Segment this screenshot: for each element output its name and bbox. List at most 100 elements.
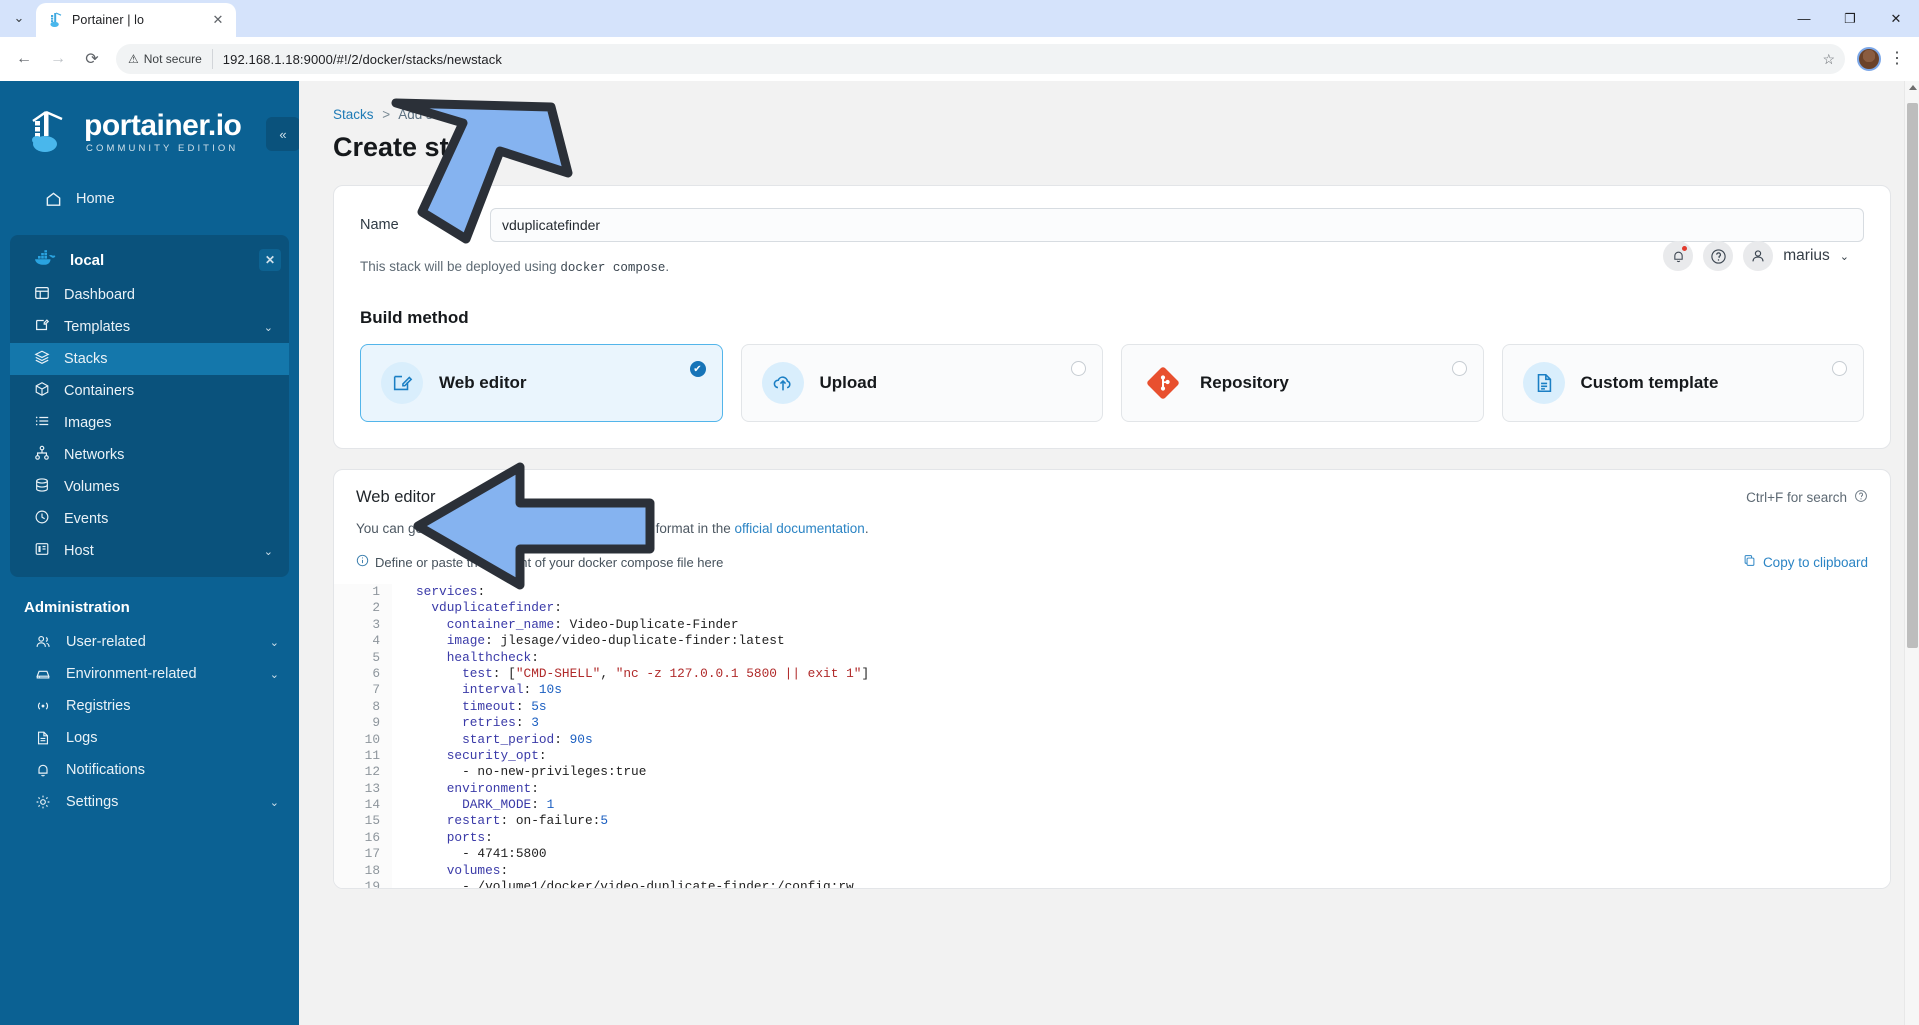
code-line-number: 9 [334, 715, 392, 732]
sidebar-item-stacks[interactable]: Stacks [10, 343, 289, 375]
code-line[interactable]: 5 healthcheck: [334, 649, 1890, 666]
help-circle-icon[interactable] [1854, 489, 1868, 506]
sidebar-item-home[interactable]: Home [10, 183, 287, 215]
code-line[interactable]: 7 interval: 10s [334, 682, 1890, 699]
official-documentation-link[interactable]: official documentation [734, 521, 864, 536]
code-line-text[interactable]: retries: 3 [392, 715, 539, 731]
code-line-text[interactable]: healthcheck: [392, 650, 539, 666]
reload-icon[interactable]: ⟳ [76, 43, 108, 75]
upload-method[interactable]: Upload [740, 344, 1103, 422]
code-line-text[interactable]: image: jlesage/video-duplicate-finder:la… [392, 633, 785, 649]
code-line[interactable]: 9 retries: 3 [334, 715, 1890, 732]
tab-close-icon[interactable]: ✕ [210, 12, 226, 28]
window-minimize-button[interactable]: — [1781, 0, 1827, 37]
code-line[interactable]: 12 - no-new-privileges:true [334, 764, 1890, 781]
user-menu-name[interactable]: marius [1783, 247, 1830, 265]
sidebar-item-logs[interactable]: Logs [0, 722, 299, 754]
code-line-text[interactable]: security_opt: [392, 748, 547, 764]
notifications-button[interactable] [1663, 241, 1694, 271]
page-scrollbar[interactable] [1904, 81, 1919, 1025]
custom-template-method[interactable]: Custom template [1501, 344, 1864, 422]
code-line[interactable]: 2 vduplicatefinder: [334, 600, 1890, 617]
bookmark-star-icon[interactable]: ☆ [1822, 51, 1835, 68]
code-line-text[interactable]: start_period: 90s [392, 732, 593, 748]
code-line-text[interactable]: test: ["CMD-SHELL", "nc -z 127.0.0.1 580… [392, 666, 869, 682]
code-line[interactable]: 8 timeout: 5s [334, 698, 1890, 716]
code-line[interactable]: 15 restart: on-failure:5 [334, 813, 1890, 830]
browser-tab[interactable]: Portainer | lo ✕ [36, 3, 236, 37]
code-line-text[interactable]: environment: [392, 781, 539, 797]
code-line-text[interactable]: volumes: [392, 863, 508, 879]
web-editor-method[interactable]: Web editor ✔ [360, 344, 723, 422]
scroll-up-arrow-icon[interactable] [1909, 85, 1917, 90]
host-icon [34, 541, 50, 561]
code-line[interactable]: 19 - /volume1/docker/video-duplicate-fin… [334, 879, 1890, 888]
sidebar-item-images[interactable]: Images [10, 407, 289, 439]
code-line-text[interactable]: vduplicatefinder: [392, 600, 562, 616]
security-status[interactable]: ⚠ Not secure [128, 49, 213, 69]
sidebar-item-events[interactable]: Events [10, 503, 289, 535]
code-line[interactable]: 18 volumes: [334, 862, 1890, 880]
breadcrumb-stacks[interactable]: Stacks [333, 107, 374, 122]
code-line-text[interactable]: - /volume1/docker/video-duplicate-finder… [392, 879, 854, 888]
code-line[interactable]: 11 security_opt: [334, 747, 1890, 765]
sidebar-item-templates[interactable]: Templates ⌄ [10, 311, 289, 343]
code-line[interactable]: 13 environment: [334, 780, 1890, 798]
close-icon[interactable]: ✕ [259, 249, 281, 271]
help-button[interactable] [1703, 241, 1734, 271]
code-line-text[interactable]: container_name: Video-Duplicate-Finder [392, 617, 739, 633]
code-line-text[interactable]: ports: [392, 830, 493, 846]
name-input[interactable] [490, 208, 1864, 242]
sidebar-item-user-related[interactable]: User-related ⌄ [0, 626, 299, 658]
sidebar-item-volumes[interactable]: Volumes [10, 471, 289, 503]
code-line[interactable]: 17 - 4741:5800 [334, 846, 1890, 863]
browser-menu-icon[interactable]: ⋮ [1883, 51, 1911, 67]
code-line-text[interactable]: restart: on-failure:5 [392, 813, 608, 829]
window-restore-button[interactable]: ❐ [1827, 0, 1873, 37]
breadcrumb-separator: > [382, 107, 391, 122]
code-line-text[interactable]: services: [392, 584, 485, 600]
compose-code-editor[interactable]: 1 services: 2 vduplicatefinder: 3 container… [334, 584, 1890, 888]
tab-search-icon[interactable]: ⌄ [2, 1, 36, 35]
code-line-text[interactable]: - 4741:5800 [392, 846, 547, 862]
window-close-button[interactable]: ✕ [1873, 0, 1919, 37]
sidebar-item-dashboard[interactable]: Dashboard [10, 279, 289, 311]
window-controls: — ❐ ✕ [1781, 0, 1919, 37]
code-line-text[interactable]: DARK_MODE: 1 [392, 797, 554, 813]
avatar[interactable] [1857, 47, 1881, 71]
sidebar-item-networks[interactable]: Networks [10, 439, 289, 471]
sidebar-item-settings[interactable]: Settings ⌄ [0, 786, 299, 818]
code-line[interactable]: 1 services: [334, 584, 1890, 601]
custom-template-radio[interactable] [1832, 361, 1847, 376]
address-bar[interactable]: ⚠ Not secure 192.168.1.18:9000/#!/2/dock… [116, 44, 1845, 74]
code-line[interactable]: 14 DARK_MODE: 1 [334, 797, 1890, 814]
repository-method[interactable]: Repository [1121, 344, 1484, 422]
code-line-text[interactable]: - no-new-privileges:true [392, 764, 646, 780]
deploy-hint-code: docker compose [560, 261, 666, 275]
sidebar-collapse-button[interactable]: « [266, 117, 300, 151]
code-line[interactable]: 6 test: ["CMD-SHELL", "nc -z 127.0.0.1 5… [334, 665, 1890, 683]
sidebar-item-environment-related[interactable]: Environment-related ⌄ [0, 658, 299, 690]
sidebar-item-containers[interactable]: Containers [10, 375, 289, 407]
web-editor-radio-selected[interactable]: ✔ [689, 361, 706, 377]
code-line[interactable]: 16 ports: [334, 829, 1890, 847]
upload-radio[interactable] [1071, 361, 1086, 376]
code-line-text[interactable]: interval: 10s [392, 682, 562, 698]
forward-icon[interactable]: → [42, 43, 74, 75]
code-line[interactable]: 10 start_period: 90s [334, 731, 1890, 748]
repository-radio[interactable] [1451, 361, 1467, 376]
portainer-logo[interactable]: portainer.io COMMUNITY EDITION [0, 95, 299, 165]
scrollbar-thumb[interactable] [1907, 103, 1918, 648]
refresh-icon[interactable]: ⟳ [504, 137, 519, 158]
back-icon[interactable]: ← [8, 43, 40, 75]
code-line-text[interactable]: timeout: 5s [392, 699, 546, 715]
code-line[interactable]: 4 image: jlesage/video-duplicate-finder:… [334, 633, 1890, 650]
copy-to-clipboard-button[interactable]: Copy to clipboard [1743, 554, 1868, 570]
sidebar-item-notifications[interactable]: Notifications [0, 754, 299, 786]
chevron-down-icon[interactable]: ⌄ [1840, 250, 1849, 263]
sidebar-item-host[interactable]: Host ⌄ [10, 535, 289, 567]
sidebar-item-registries[interactable]: Registries [0, 690, 299, 722]
code-line[interactable]: 3 container_name: Video-Duplicate-Finder [334, 616, 1890, 634]
user-avatar-button[interactable] [1743, 241, 1774, 271]
sidebar-environment-header[interactable]: local ✕ [10, 241, 289, 279]
